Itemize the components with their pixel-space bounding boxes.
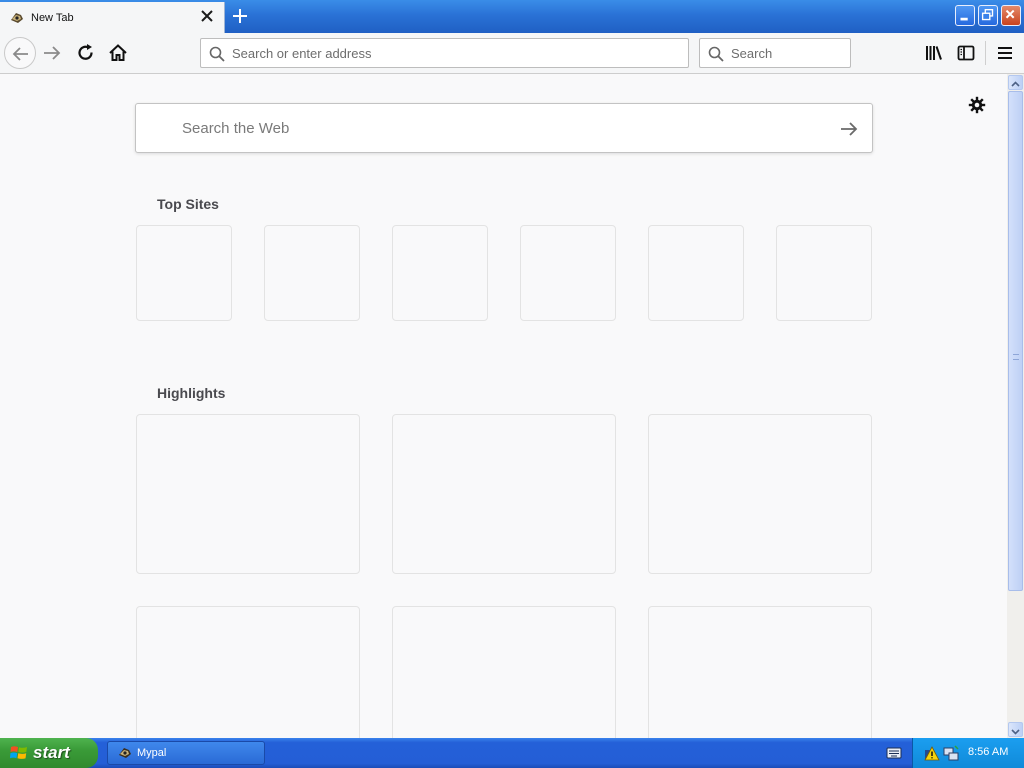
arrow-right-icon[interactable]: [42, 43, 62, 63]
reload-icon[interactable]: [76, 43, 96, 63]
highlight-card[interactable]: [136, 606, 360, 738]
top-sites-heading: Top Sites: [157, 196, 219, 212]
security-warning-icon[interactable]: [924, 745, 940, 761]
sidebar-icon[interactable]: [957, 44, 975, 62]
close-icon: [1005, 9, 1015, 19]
magnifier-icon: [209, 46, 225, 62]
arrow-left-icon: [12, 47, 28, 61]
highlight-card[interactable]: [136, 414, 360, 574]
scrollbar-grip: [1013, 354, 1019, 360]
navigation-toolbar: [0, 33, 1024, 74]
top-site-tile[interactable]: [264, 225, 360, 321]
highlight-card[interactable]: [392, 414, 616, 574]
top-site-tile[interactable]: [136, 225, 232, 321]
scrollbar-thumb[interactable]: [1008, 91, 1023, 591]
tab-new-tab[interactable]: New Tab: [0, 2, 225, 33]
arrow-right-icon[interactable]: [840, 120, 858, 138]
vertical-scrollbar[interactable]: [1007, 74, 1024, 738]
chevron-up-icon: [1011, 81, 1020, 87]
window-close-button[interactable]: [1001, 5, 1021, 26]
web-search-box[interactable]: [135, 103, 873, 153]
tab-title: New Tab: [31, 11, 74, 24]
highlight-card[interactable]: [648, 414, 872, 574]
search-bar[interactable]: [699, 38, 851, 68]
restore-icon: [981, 8, 994, 21]
windows-logo-icon: [10, 746, 27, 759]
hamburger-menu-icon[interactable]: [997, 45, 1013, 61]
highlight-card[interactable]: [392, 606, 616, 738]
search-input[interactable]: [731, 39, 846, 67]
magnifier-icon: [708, 46, 724, 62]
system-clock[interactable]: 8:56 AM: [968, 746, 1008, 758]
window-restore-button[interactable]: [978, 5, 998, 26]
window-minimize-button[interactable]: [955, 5, 975, 26]
top-site-tile[interactable]: [648, 225, 744, 321]
top-site-tile[interactable]: [520, 225, 616, 321]
network-icon[interactable]: [942, 744, 960, 762]
system-tray: 8:56 AM: [912, 738, 1024, 768]
taskbar-item-mypal[interactable]: Mypal: [107, 741, 265, 765]
top-site-tile[interactable]: [392, 225, 488, 321]
mypal-favicon-icon: [119, 748, 131, 758]
library-icon[interactable]: [925, 44, 943, 62]
scroll-up-button[interactable]: [1008, 75, 1023, 90]
start-button[interactable]: start: [0, 738, 98, 768]
home-icon[interactable]: [108, 43, 128, 63]
url-bar[interactable]: [200, 38, 689, 68]
scroll-down-button[interactable]: [1008, 722, 1023, 737]
gear-icon[interactable]: [968, 96, 986, 114]
toolbar-separator: [985, 41, 986, 65]
new-tab-page: Top Sites Highlights: [0, 74, 1007, 738]
new-tab-plus-icon[interactable]: [230, 6, 250, 26]
back-button[interactable]: [4, 37, 36, 69]
highlights-heading: Highlights: [157, 385, 226, 401]
browser-titlebar: New Tab: [0, 0, 1024, 33]
mypal-favicon-icon: [11, 12, 23, 23]
minimize-icon: [960, 17, 968, 21]
chevron-down-icon: [1011, 729, 1020, 735]
taskbar-item-label: Mypal: [137, 747, 167, 759]
keyboard-icon[interactable]: [886, 746, 902, 760]
taskbar: start Mypal 8:56 AM: [0, 738, 1024, 768]
highlight-card[interactable]: [648, 606, 872, 738]
start-label: start: [33, 743, 70, 762]
top-site-tile[interactable]: [776, 225, 872, 321]
web-search-input[interactable]: [182, 104, 822, 152]
close-tab-icon[interactable]: [200, 9, 214, 23]
url-input[interactable]: [232, 39, 672, 67]
